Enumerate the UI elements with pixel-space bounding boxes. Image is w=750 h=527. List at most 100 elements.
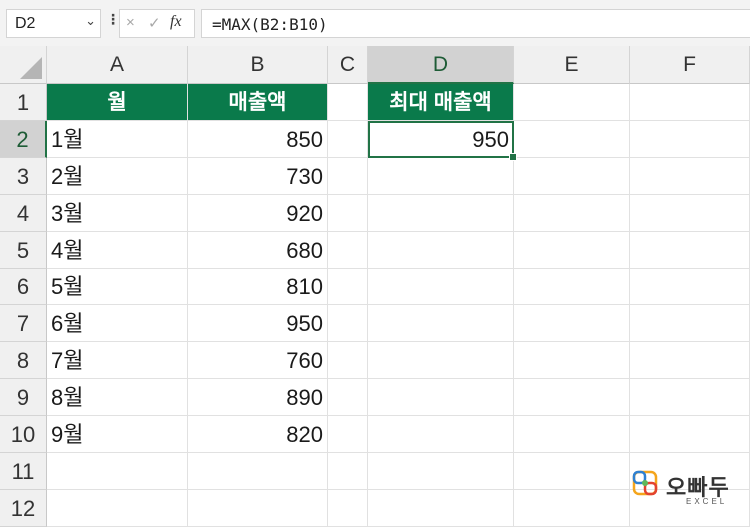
cell-b4[interactable]: 920	[188, 195, 328, 232]
cell-b5[interactable]: 680	[188, 232, 328, 269]
more-options-icon[interactable]: ⋮	[106, 11, 120, 28]
chevron-down-icon[interactable]: ⌄	[85, 13, 96, 29]
cell-f7[interactable]	[630, 305, 750, 342]
cell-e7[interactable]	[514, 305, 630, 342]
cell-b7[interactable]: 950	[188, 305, 328, 342]
cell-a1[interactable]: 월	[47, 84, 188, 121]
cell-b11[interactable]	[188, 453, 328, 490]
cell-f8[interactable]	[630, 342, 750, 379]
cell-a3[interactable]: 2월	[47, 158, 188, 195]
cell-d6[interactable]	[368, 269, 514, 305]
cell-f4[interactable]	[630, 195, 750, 232]
name-box-value[interactable]: D2	[15, 15, 35, 33]
cell-d8[interactable]	[368, 342, 514, 379]
cell-e1[interactable]	[514, 84, 630, 121]
cell-f3[interactable]	[630, 158, 750, 195]
cell-b2[interactable]: 850	[188, 121, 328, 158]
cell-e2[interactable]	[514, 121, 630, 158]
cell-d9[interactable]	[368, 379, 514, 416]
column-header-a[interactable]: A	[47, 46, 188, 84]
cell-e12[interactable]	[514, 490, 630, 527]
cell-e8[interactable]	[514, 342, 630, 379]
formula-text[interactable]: =MAX(B2:B10)	[212, 15, 328, 34]
cell-f1[interactable]	[630, 84, 750, 121]
cell-c8[interactable]	[328, 342, 368, 379]
cell-d1[interactable]: 최대 매출액	[368, 84, 514, 121]
cell-d3[interactable]	[368, 158, 514, 195]
row-header-3[interactable]: 3	[0, 158, 47, 195]
cell-b3[interactable]: 730	[188, 158, 328, 195]
cell-a6[interactable]: 5월	[47, 269, 188, 305]
cell-a9[interactable]: 8월	[47, 379, 188, 416]
row-header-10[interactable]: 10	[0, 416, 47, 453]
cell-d5[interactable]	[368, 232, 514, 269]
cell-e5[interactable]	[514, 232, 630, 269]
cell-c2[interactable]	[328, 121, 368, 158]
column-header-c[interactable]: C	[328, 46, 368, 84]
cell-c1[interactable]	[328, 84, 368, 121]
column-header-e[interactable]: E	[514, 46, 630, 84]
row-header-5[interactable]: 5	[0, 232, 47, 269]
cell-d7[interactable]	[368, 305, 514, 342]
cell-a7[interactable]: 6월	[47, 305, 188, 342]
cell-e11[interactable]	[514, 453, 630, 490]
row-header-8[interactable]: 8	[0, 342, 47, 379]
cell-b12[interactable]	[188, 490, 328, 527]
cell-c3[interactable]	[328, 158, 368, 195]
insert-function-icon[interactable]: fx	[170, 13, 182, 31]
cell-e3[interactable]	[514, 158, 630, 195]
cell-e6[interactable]	[514, 269, 630, 305]
cell-a11[interactable]	[47, 453, 188, 490]
active-cell-outline	[368, 121, 514, 158]
cell-b10[interactable]: 820	[188, 416, 328, 453]
column-header-f[interactable]: F	[630, 46, 750, 84]
cell-c5[interactable]	[328, 232, 368, 269]
cell-c6[interactable]	[328, 269, 368, 305]
cell-f2[interactable]	[630, 121, 750, 158]
cell-b8[interactable]: 760	[188, 342, 328, 379]
cell-f10[interactable]	[630, 416, 750, 453]
cell-f5[interactable]	[630, 232, 750, 269]
cell-a2[interactable]: 1월	[47, 121, 188, 158]
cell-b6[interactable]: 810	[188, 269, 328, 305]
row-header-7[interactable]: 7	[0, 305, 47, 342]
row-header-11[interactable]: 11	[0, 453, 47, 490]
cell-c12[interactable]	[328, 490, 368, 527]
cell-a8[interactable]: 7월	[47, 342, 188, 379]
select-all-button[interactable]	[0, 46, 47, 84]
name-box[interactable]: D2 ⌄	[6, 9, 101, 38]
cell-a5[interactable]: 4월	[47, 232, 188, 269]
row-header-6[interactable]: 6	[0, 269, 47, 305]
cell-d10[interactable]	[368, 416, 514, 453]
cell-f9[interactable]	[630, 379, 750, 416]
row-header-4[interactable]: 4	[0, 195, 47, 232]
cell-e9[interactable]	[514, 379, 630, 416]
cell-d4[interactable]	[368, 195, 514, 232]
cell-c10[interactable]	[328, 416, 368, 453]
cell-c7[interactable]	[328, 305, 368, 342]
row-header-12[interactable]: 12	[0, 490, 47, 527]
cell-e10[interactable]	[514, 416, 630, 453]
enter-icon[interactable]: ✓	[148, 14, 161, 32]
column-header-d[interactable]: D	[368, 46, 514, 84]
cell-a10[interactable]: 9월	[47, 416, 188, 453]
cell-c9[interactable]	[328, 379, 368, 416]
cell-a12[interactable]	[47, 490, 188, 527]
cancel-icon[interactable]: ×	[126, 14, 135, 31]
column-header-b[interactable]: B	[188, 46, 328, 84]
cell-c11[interactable]	[328, 453, 368, 490]
cell-b9[interactable]: 890	[188, 379, 328, 416]
formula-controls: × ✓ fx	[119, 9, 195, 38]
row-header-2[interactable]: 2	[0, 121, 47, 158]
row-header-9[interactable]: 9	[0, 379, 47, 416]
cell-c4[interactable]	[328, 195, 368, 232]
cell-d12[interactable]	[368, 490, 514, 527]
row-header-1[interactable]: 1	[0, 84, 47, 121]
cell-b1[interactable]: 매출액	[188, 84, 328, 121]
formula-input[interactable]: =MAX(B2:B10)	[201, 9, 750, 38]
cell-f6[interactable]	[630, 269, 750, 305]
cell-e4[interactable]	[514, 195, 630, 232]
cell-d11[interactable]	[368, 453, 514, 490]
fill-handle[interactable]	[509, 153, 517, 161]
cell-a4[interactable]: 3월	[47, 195, 188, 232]
